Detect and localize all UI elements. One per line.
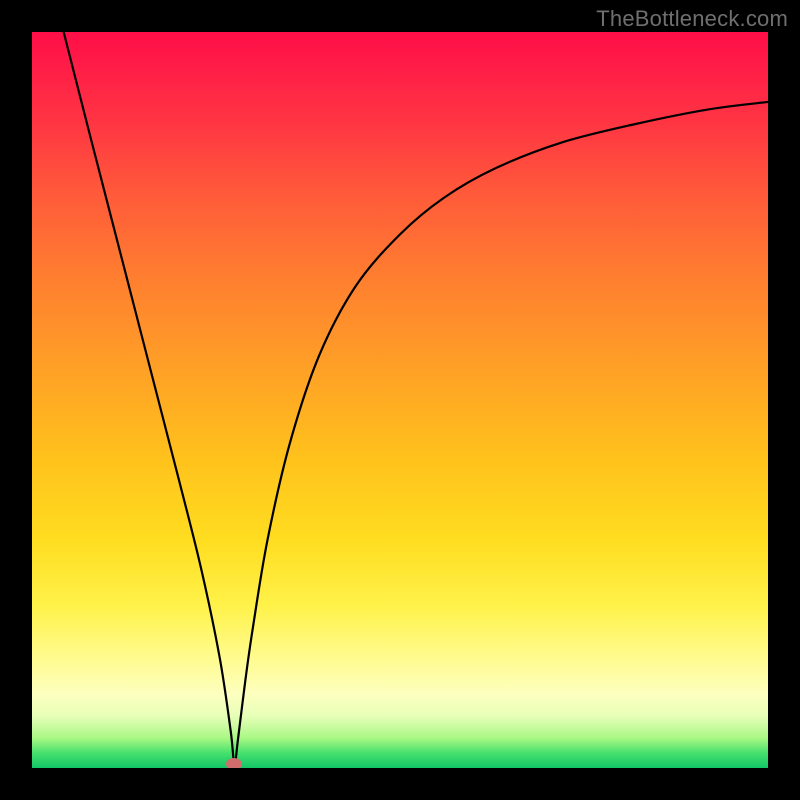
chart-frame: TheBottleneck.com	[0, 0, 800, 800]
watermark-text: TheBottleneck.com	[596, 6, 788, 32]
plot-area	[32, 32, 768, 768]
optimal-point-marker	[226, 758, 242, 768]
curve-svg	[32, 32, 768, 768]
bottleneck-curve	[64, 32, 768, 764]
